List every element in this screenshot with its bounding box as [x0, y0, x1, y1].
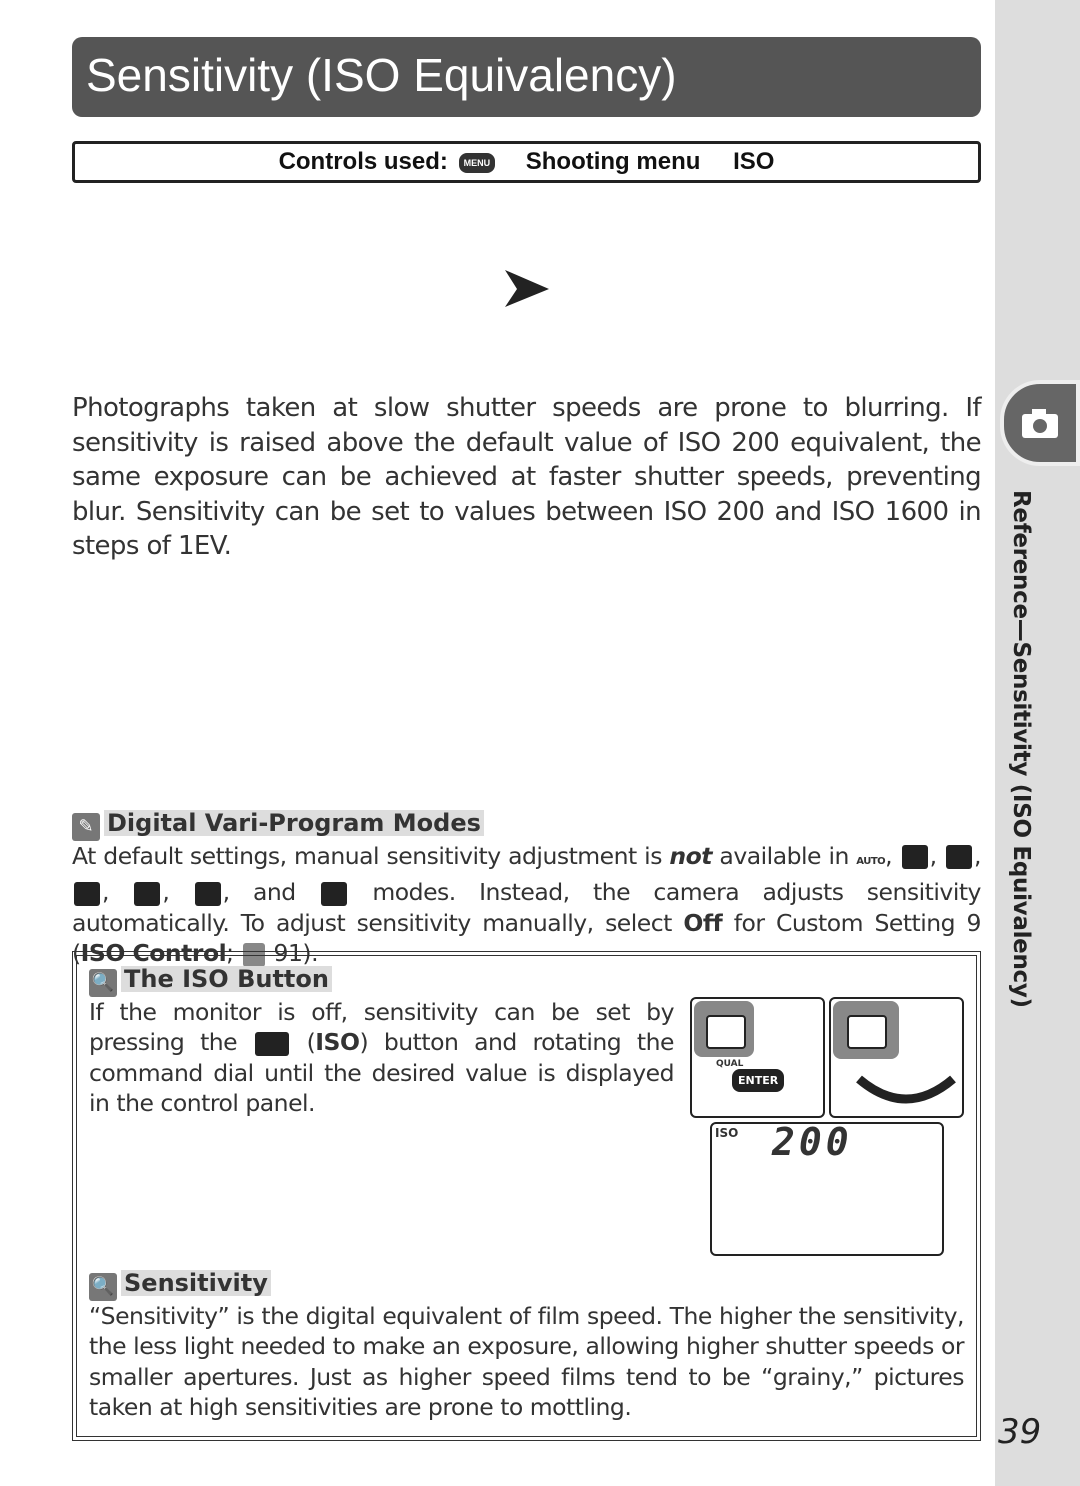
- close-up-mode-icon: [74, 881, 100, 906]
- command-dial-illustration: [829, 997, 964, 1118]
- page-number: 39: [998, 1412, 1042, 1452]
- camera-icon: [1000, 380, 1080, 466]
- controls-used: Controls used: MENU Shooting menu ISO: [72, 141, 981, 183]
- intro-paragraph: Photographs taken at slow shutter speeds…: [72, 393, 982, 561]
- sensitivity-text: “Sensitivity” is the digital equivalent …: [89, 1301, 965, 1422]
- sensitivity-note: 🔍 Sensitivity “Sensitivity” is the digita…: [89, 1270, 965, 1423]
- pencil-icon: ✎: [72, 812, 100, 841]
- off-label: Off: [683, 908, 723, 937]
- iso-label: ISO: [315, 1028, 360, 1056]
- night-portrait-mode-icon: [321, 881, 348, 906]
- tip-icon: 🔍: [89, 1272, 117, 1301]
- controls-item: ISO: [733, 148, 775, 175]
- qual-label: QUAL: [716, 1059, 744, 1069]
- flower-mode-icon: [194, 881, 221, 906]
- lcd-iso-value: 200: [772, 1120, 853, 1164]
- tip-icon: 🔍: [89, 968, 117, 997]
- section-label: Reference—Sensitivity (ISO Equivalency): [1008, 490, 1034, 1008]
- iso-button-note: 🔍 The ISO Button If the monitor is off, s…: [89, 965, 675, 1117]
- auto-mode-icon: AUTO: [856, 855, 886, 867]
- landscape-mode-icon: [945, 845, 972, 869]
- page-title: Sensitivity (ISO Equivalency): [72, 37, 981, 117]
- text: available in: [712, 841, 857, 870]
- vari-program-note: ✎ Digital Vari-Program Modes At default s…: [72, 809, 982, 967]
- text: At default settings, manual sensitivity …: [72, 841, 670, 870]
- menu-button-icon: MENU: [458, 152, 496, 173]
- emphasis: not: [669, 841, 712, 870]
- sensitivity-heading: Sensitivity: [121, 1270, 271, 1296]
- sports-mode-icon: [134, 881, 161, 906]
- lcd-iso-label: ISO: [715, 1126, 739, 1140]
- control-panel-display: ISO 200: [710, 1120, 944, 1256]
- iso-button-heading: The ISO Button: [121, 966, 332, 992]
- text: , and: [222, 878, 320, 906]
- play-arrow-icon: [505, 270, 549, 307]
- controls-path: Shooting menu: [525, 148, 701, 175]
- vari-heading: Digital Vari-Program Modes: [104, 810, 484, 836]
- enter-button-label: ENTER: [732, 1069, 785, 1092]
- controls-label: Controls used:: [278, 148, 448, 175]
- iso-button-icon: [254, 1031, 289, 1056]
- portrait-mode-icon: [901, 845, 928, 869]
- iso-button-illustration: QUAL ENTER: [690, 997, 825, 1118]
